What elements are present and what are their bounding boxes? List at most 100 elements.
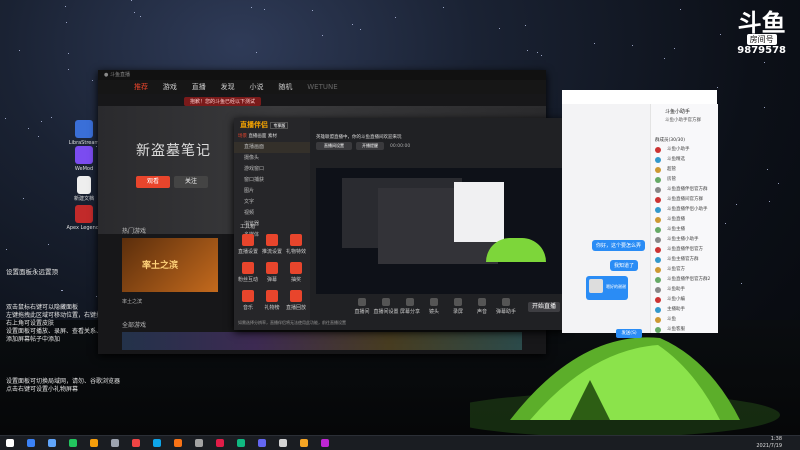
tool-item[interactable]: 直播回放 xyxy=(282,290,310,311)
source-item[interactable]: 文字 xyxy=(234,197,310,208)
member-item[interactable]: 斗鱼小助手 xyxy=(651,145,718,155)
start-live-button[interactable]: 开始直播 xyxy=(528,302,560,312)
member-item[interactable]: 斗鱼客服 xyxy=(651,325,718,335)
nav-tab[interactable]: 随机 xyxy=(272,80,298,94)
source-item[interactable]: 摄像头 xyxy=(234,153,310,164)
source-item[interactable]: 图片 xyxy=(234,186,310,197)
member-item[interactable]: 斗鱼主播官方群 xyxy=(651,255,718,265)
avatar xyxy=(655,257,661,263)
douyu-logo-text: 斗鱼 xyxy=(737,9,786,37)
star xyxy=(66,22,67,23)
source-item[interactable]: 直播画面 xyxy=(234,142,310,153)
nav-tab[interactable]: 发现 xyxy=(215,80,241,94)
nav-tab[interactable]: 直播 xyxy=(186,80,212,94)
danmaku-icon xyxy=(266,262,278,274)
taskbar-app-icon[interactable] xyxy=(111,439,119,447)
star xyxy=(594,43,595,44)
follow-button[interactable]: 关注 xyxy=(174,176,208,188)
game-card[interactable]: 率土之滨 xyxy=(122,238,218,292)
live-logo-text: 直播伴侣 xyxy=(240,121,268,129)
sticker-message: 嗯好的谢谢 xyxy=(586,276,628,300)
member-item[interactable]: 房管 xyxy=(651,175,718,185)
taskbar-app-icon[interactable] xyxy=(174,439,182,447)
tool-label: 礼物特效 xyxy=(285,249,306,255)
taskbar-app-icon[interactable] xyxy=(48,439,56,447)
start-icon[interactable] xyxy=(6,439,14,447)
member-item[interactable]: 斗鱼主播小助手 xyxy=(651,235,718,245)
danmaku-helper-icon xyxy=(502,298,510,306)
overlay-text-3: 设置面板可切换局域网，请勿、谷歌浏览器 点击右键可设置小礼物屏幕 xyxy=(6,378,121,393)
taskbar-app-icon[interactable] xyxy=(132,439,140,447)
star xyxy=(541,55,542,56)
avatar xyxy=(655,307,661,313)
live-tab[interactable]: 素材 xyxy=(268,134,277,139)
member-item[interactable]: 斗鱼官方 xyxy=(651,265,718,275)
watch-button[interactable]: 观看 xyxy=(136,176,170,188)
avatar xyxy=(655,267,661,273)
star xyxy=(769,201,770,202)
nav-tab[interactable]: WETUNE xyxy=(301,80,343,94)
taskbar-app-icon[interactable] xyxy=(195,439,203,447)
taskbar-app-icon[interactable] xyxy=(90,439,98,447)
nav-tab[interactable]: 推荐 xyxy=(128,80,154,94)
star xyxy=(725,223,726,224)
reminder-button[interactable]: 开播提醒 xyxy=(356,142,384,150)
live-logo: 直播伴侣 专享版 xyxy=(234,118,310,132)
member-item[interactable]: 斗鱼精选 xyxy=(651,155,718,165)
chat-window: 你好，这个要怎么弄 我知道了 嗯好的谢谢 发送(S) 斗鱼小助手 斗鱼小助手官方… xyxy=(562,90,718,338)
star xyxy=(443,7,444,8)
member-item[interactable]: 超管 xyxy=(651,165,718,175)
room-settings-button[interactable]: 直播间设置 xyxy=(316,142,352,150)
member-name: 斗鱼助手 xyxy=(667,287,685,292)
tool-item[interactable]: 抽奖 xyxy=(282,262,310,283)
star xyxy=(741,283,742,284)
member-name: 斗鱼直播伴侣小助手 xyxy=(667,207,708,212)
tool-item[interactable]: 礼物特效 xyxy=(282,234,310,255)
preview-tent xyxy=(486,238,546,262)
star xyxy=(767,169,768,170)
taskbar-app-icon[interactable] xyxy=(321,439,329,447)
member-item[interactable]: 主播助手 xyxy=(651,305,718,315)
member-item[interactable]: 斗鱼直播伴侣小助手 xyxy=(651,205,718,215)
room-tag: 房间号 xyxy=(746,34,777,45)
document-icon xyxy=(77,176,91,194)
member-item[interactable]: 斗鱼小编 xyxy=(651,295,718,305)
taskbar-app-icon[interactable] xyxy=(300,439,308,447)
source-item[interactable]: 视频 xyxy=(234,208,310,219)
member-item[interactable]: 斗鱼直播伴侣官方 xyxy=(651,245,718,255)
stream-preview[interactable] xyxy=(316,168,562,294)
avatar xyxy=(655,237,661,243)
taskbar-app-icon[interactable] xyxy=(237,439,245,447)
member-item[interactable]: 斗鱼主播 xyxy=(651,225,718,235)
member-item[interactable]: 斗鱼直播伴侣官方群 xyxy=(651,185,718,195)
star xyxy=(28,128,29,129)
avatar xyxy=(655,207,661,213)
send-button[interactable]: 发送(S) xyxy=(616,329,642,338)
taskbar-app-icon[interactable] xyxy=(258,439,266,447)
nav-tab[interactable]: 小说 xyxy=(244,80,270,94)
member-item[interactable]: 斗鱼直播伴侣官方群2 xyxy=(651,275,718,285)
member-name: 斗鱼主播官方群 xyxy=(667,257,699,262)
member-name: 超管 xyxy=(667,167,676,172)
source-item[interactable]: 窗口捕获 xyxy=(234,175,310,186)
source-item[interactable]: 游戏窗口 xyxy=(234,164,310,175)
member-item[interactable]: 斗鱼 xyxy=(651,315,718,325)
taskbar-app-icon[interactable] xyxy=(279,439,287,447)
nav-tab[interactable]: 游戏 xyxy=(157,80,183,94)
bottom-tool[interactable]: 弹幕助手 xyxy=(492,298,520,315)
member-item[interactable]: 斗鱼直播间官方群 xyxy=(651,195,718,205)
taskbar-app-icon[interactable] xyxy=(69,439,77,447)
member-item[interactable]: 斗鱼直播 xyxy=(651,215,718,225)
live-tab[interactable]: 直播画面 xyxy=(248,134,266,139)
star xyxy=(251,7,252,8)
star xyxy=(537,52,538,53)
live-tab[interactable]: 场景 xyxy=(238,134,247,139)
members-title: 群成员(30/30) xyxy=(655,138,685,143)
member-item[interactable]: 斗鱼助手 xyxy=(651,285,718,295)
avatar xyxy=(655,217,661,223)
taskbar-app-icon[interactable] xyxy=(216,439,224,447)
bottom-tool-label: 录屏 xyxy=(452,309,463,315)
taskbar-app-icon[interactable] xyxy=(27,439,35,447)
taskbar-app-icon[interactable] xyxy=(153,439,161,447)
window-titlebar: ● 斗鱼直播 xyxy=(98,70,546,80)
